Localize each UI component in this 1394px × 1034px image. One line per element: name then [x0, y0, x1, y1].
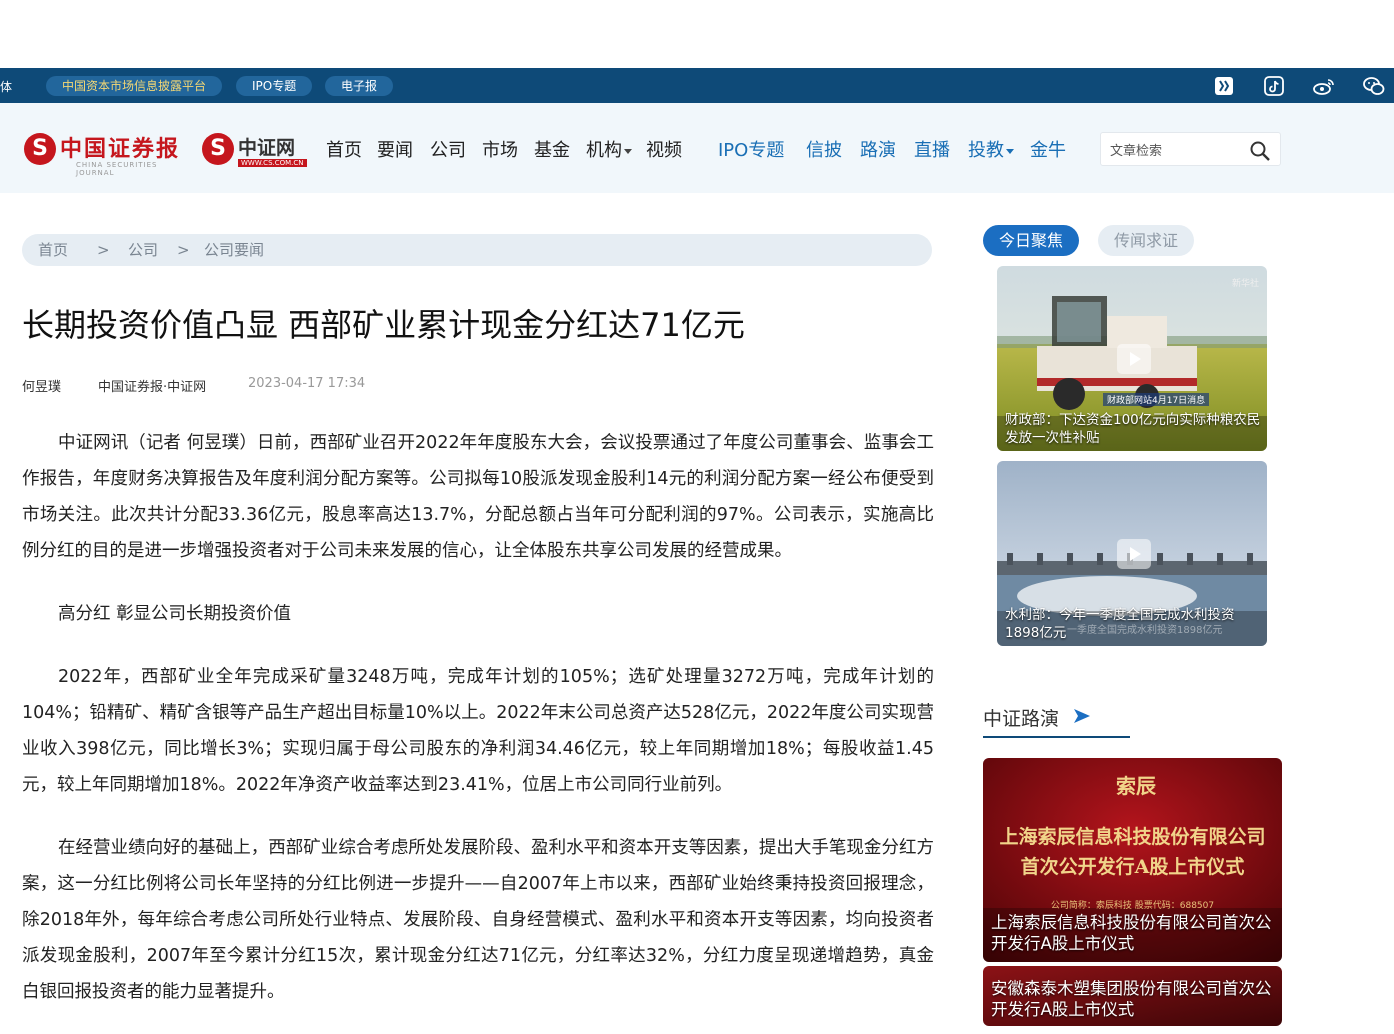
nav-investor-edu[interactable]: 投教 — [968, 136, 1014, 162]
nav-market[interactable]: 市场 — [482, 136, 518, 162]
watermark-text: 新华社 — [1231, 279, 1259, 289]
company-logo-mark: 索辰 — [1116, 774, 1156, 798]
nav-institution[interactable]: 机构 — [586, 136, 632, 162]
nav-live[interactable]: 直播 — [914, 136, 950, 162]
ipo-topic-link[interactable]: IPO专题 — [236, 76, 313, 96]
breadcrumb-company[interactable]: 公司 — [128, 234, 158, 266]
nav-golden-bull[interactable]: 金牛 — [1030, 136, 1066, 162]
nav-home[interactable]: 首页 — [326, 136, 362, 162]
disclosure-platform-link[interactable]: 中国资本市场信息披露平台 — [46, 76, 223, 96]
article-title: 长期投资价值凸显 西部矿业累计现金分红达71亿元 — [22, 306, 745, 344]
banner-stock-code: 公司简称：索辰科技 股票代码：688507 — [1050, 901, 1215, 911]
roadshow-card[interactable]: 索辰 上海索辰信息科技股份有限公司 首次公开发行A股上市仪式 公司简称：索辰科技… — [983, 758, 1282, 962]
nav-institution-label: 机构 — [586, 140, 622, 161]
nav-ipo[interactable]: IPO专题 — [718, 136, 784, 162]
tab-today-focus[interactable]: 今日聚焦 — [983, 225, 1080, 256]
video-card[interactable]: 新华社 财政部网站4月17日消息 财政部：下达资金100亿元向实际种粮农民发放一… — [997, 266, 1267, 451]
play-icon[interactable] — [1117, 344, 1151, 374]
banner-line2: 首次公开发行A股上市仪式 — [1020, 856, 1245, 878]
video-caption[interactable]: 财政部：下达资金100亿元向实际种粮农民发放一次性补贴 — [1005, 411, 1261, 447]
logo2-s-mark-icon: S — [202, 133, 234, 165]
nav-investor-edu-label: 投教 — [968, 140, 1004, 161]
wechat-icon[interactable] — [1362, 74, 1386, 98]
article-subheading: 高分红 彰显公司长期投资价值 — [58, 604, 292, 624]
site-header: S 中国证券报 CHINA SECURITIES JOURNAL S 中证网 W… — [0, 103, 1394, 193]
video-card[interactable]: 一季度全国完成水利投资1898亿元 水利部：今年一季度全国完成水利投资1898亿… — [997, 461, 1267, 646]
search-box — [1100, 132, 1281, 166]
section-underline — [983, 736, 1130, 738]
roadshow-caption[interactable]: 上海索辰信息科技股份有限公司首次公开发行A股上市仪式 — [991, 912, 1276, 954]
article-author: 何昱璞 — [22, 380, 62, 395]
nav-news[interactable]: 要闻 — [377, 136, 413, 162]
logo2-sub: WWW.CS.COM.CN — [238, 159, 307, 167]
article-paragraph: 2022年，西部矿业全年完成采矿量3248万吨，完成年计划的105%；选矿处理量… — [22, 667, 934, 795]
breadcrumb: 首页 > 公司 > 公司要闻 — [22, 234, 932, 266]
roadshow-section-title[interactable]: 中证路演 — [983, 704, 1059, 731]
logo2-text: 中证网 — [238, 137, 296, 159]
toutiao-icon[interactable] — [1212, 74, 1236, 98]
article-paragraph: 中证网讯（记者 何昱璞）日前，西部矿业召开2022年年度股东大会，会议投票通过了… — [22, 433, 934, 561]
chevron-down-icon — [624, 148, 632, 154]
roadshow-caption[interactable]: 安徽森泰木塑集团股份有限公司首次公开发行A股上市仪式 — [991, 978, 1276, 1020]
breadcrumb-home[interactable]: 首页 — [38, 234, 68, 266]
logo1-text: 中国证券报 — [60, 136, 181, 162]
play-icon[interactable] — [1117, 539, 1151, 569]
douyin-icon[interactable] — [1262, 74, 1286, 98]
breadcrumb-company-news[interactable]: 公司要闻 — [204, 234, 264, 266]
banner-line1: 上海索辰信息科技股份有限公司 — [999, 826, 1266, 848]
topbar-cut-label[interactable]: 体 — [0, 78, 12, 95]
video-caption[interactable]: 水利部：今年一季度全国完成水利投资1898亿元 — [1005, 606, 1261, 642]
search-input[interactable] — [1110, 140, 1240, 160]
breadcrumb-separator: > — [97, 241, 110, 259]
cs-journal-logo[interactable]: S 中国证券报 CHINA SECURITIES JOURNAL — [24, 129, 194, 177]
roadshow-card[interactable]: 安徽森泰木塑集团股份有限公司首次公开发行A股上市仪式 — [983, 966, 1282, 1026]
cs-com-logo[interactable]: S 中证网 WWW.CS.COM.CN — [202, 129, 307, 173]
weibo-icon[interactable] — [1312, 74, 1336, 98]
arrow-right-icon[interactable] — [1072, 707, 1092, 725]
nav-video[interactable]: 视频 — [646, 136, 682, 162]
chevron-down-icon — [1006, 148, 1014, 154]
article-date: 2023-04-17 17:34 — [248, 376, 366, 391]
article-source: 中国证券报·中证网 — [98, 380, 207, 395]
nav-fund[interactable]: 基金 — [534, 136, 570, 162]
tab-rumor-check[interactable]: 传闻求证 — [1098, 225, 1195, 256]
breadcrumb-separator: > — [177, 241, 190, 259]
video-overlay-text: 财政部网站4月17日消息 — [1103, 393, 1210, 406]
nav-disclosure[interactable]: 信披 — [806, 136, 842, 162]
top-bar: 体 中国资本市场信息披露平台 IPO专题 电子报 — [0, 68, 1394, 103]
nav-company[interactable]: 公司 — [430, 136, 466, 162]
nav-roadshow[interactable]: 路演 — [860, 136, 896, 162]
search-icon[interactable] — [1249, 140, 1271, 162]
article-paragraph: 在经营业绩向好的基础上，西部矿业综合考虑所处发展阶段、盈利水平和资本开支等因素，… — [22, 838, 934, 1002]
logo1-sub: CHINA SECURITIES JOURNAL — [76, 161, 158, 177]
e-newspaper-link[interactable]: 电子报 — [325, 76, 394, 96]
logo-s-mark-icon: S — [24, 133, 56, 165]
